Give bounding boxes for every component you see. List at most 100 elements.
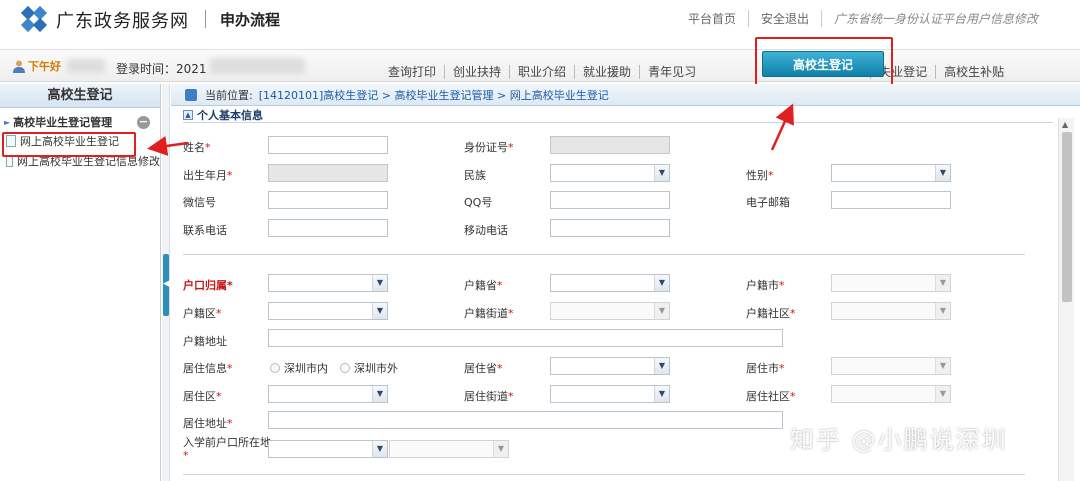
phone-input[interactable] [268, 219, 388, 237]
hukou-city-label: 户籍市* [746, 279, 785, 292]
name-label: 姓名* [183, 141, 211, 154]
collapse-icon[interactable]: − [137, 115, 150, 129]
chevron-down-icon: ▼ [654, 165, 669, 181]
id-number-input [550, 136, 670, 154]
hukou-address-input[interactable] [268, 329, 783, 347]
mobile-input[interactable] [550, 219, 670, 237]
sidebar-group[interactable]: ► 高校毕业生登记管理 − [0, 113, 160, 131]
pre-school-city-select[interactable]: ▼ [389, 440, 509, 458]
qq-input[interactable] [550, 191, 670, 209]
page-title: 申办流程 [220, 11, 281, 29]
gender-label: 性别* [746, 169, 774, 182]
scroll-up-icon[interactable]: ▲ [1062, 120, 1068, 129]
hukou-district-select[interactable]: ▼ [268, 302, 388, 320]
hukou-address-label: 户籍地址 [183, 335, 227, 348]
ethnicity-label: 民族 [464, 169, 486, 182]
tab-graduate-subsidy[interactable]: 高校生补贴 [935, 65, 1012, 79]
chevron-down-icon: ▼ [654, 386, 669, 402]
scrollbar-thumb[interactable] [1062, 132, 1072, 302]
pre-school-province-select[interactable]: ▼ [268, 440, 388, 458]
residence-info-label: 居住信息* [183, 362, 233, 375]
chevron-down-icon: ▼ [372, 386, 387, 402]
qq-label: QQ号 [464, 196, 493, 209]
chevron-down-icon: ▼ [935, 275, 950, 291]
chevron-down-icon: ▼ [493, 441, 508, 457]
birth-label: 出生年月* [183, 169, 233, 182]
res-district-select[interactable]: ▼ [268, 385, 388, 403]
phone-label: 联系电话 [183, 224, 227, 237]
title-separator [205, 10, 206, 28]
logout-link[interactable]: 安全退出 [747, 10, 821, 27]
res-province-select[interactable]: ▼ [550, 357, 670, 375]
collapse-sidebar-handle[interactable]: ◀ [163, 254, 170, 316]
tab-employment-aid[interactable]: 就业援助 [574, 65, 639, 79]
hukou-label: 户口归属* [183, 279, 233, 292]
top-header: 广东政务服务网 申办流程 平台首页 安全退出 广东省统一身份认证平台用户信息修改 [0, 0, 1080, 50]
hukou-street-select[interactable]: ▼ [550, 302, 670, 320]
hukou-city-select[interactable]: ▼ [831, 274, 951, 292]
radio-out-shenzhen[interactable]: 深圳市外 [340, 360, 398, 376]
tab-job-intro[interactable]: 职业介绍 [509, 65, 574, 79]
greeting: 下午好 [12, 58, 105, 74]
blurred-username [67, 59, 105, 73]
hukou-select[interactable]: ▼ [268, 274, 388, 292]
wechat-label: 微信号 [183, 196, 216, 209]
chevron-down-icon: ▼ [372, 303, 387, 319]
id-number-label: 身份证号* [464, 141, 514, 154]
res-address-input[interactable] [268, 411, 783, 429]
form-divider-bottom [183, 474, 1025, 475]
login-time: 登录时间：2021 [116, 62, 207, 76]
chevron-down-icon: ▼ [654, 275, 669, 291]
hukou-community-select[interactable]: ▼ [831, 302, 951, 320]
tab-query-print[interactable]: 查询打印 [380, 65, 444, 79]
hukou-province-select[interactable]: ▼ [550, 274, 670, 292]
chevron-down-icon: ▼ [935, 165, 950, 181]
res-district-label: 居住区* [183, 390, 222, 403]
birth-input [268, 164, 388, 182]
chevron-down-icon: ▼ [372, 441, 387, 457]
chevron-down-icon: ▼ [935, 303, 950, 319]
email-label: 电子邮箱 [746, 196, 790, 209]
section-rule [183, 122, 1053, 123]
site-logo-icon [20, 5, 48, 33]
location-icon [185, 88, 197, 101]
nav-tabs: 查询打印 创业扶持 职业介绍 就业援助 青年见习 失业登记 高校生补贴 [380, 65, 1012, 79]
res-community-select[interactable]: ▼ [831, 385, 951, 403]
chevron-down-icon: ▼ [654, 303, 669, 319]
section-title: 个人基本信息 [197, 109, 263, 122]
greeting-text: 下午好 [28, 60, 61, 73]
res-street-label: 居住街道* [464, 390, 514, 403]
email-input[interactable] [831, 191, 951, 209]
gender-select[interactable]: ▼ [831, 164, 951, 182]
res-street-select[interactable]: ▼ [550, 385, 670, 403]
res-province-label: 居住省* [464, 362, 503, 375]
name-input[interactable] [268, 136, 388, 154]
tab-entrepreneurship[interactable]: 创业扶持 [444, 65, 509, 79]
radio-circle-icon [270, 363, 280, 373]
blurred-login-time [210, 58, 305, 74]
radio-circle-icon [340, 363, 350, 373]
breadcrumb-label: 当前位置: [205, 88, 253, 102]
hukou-province-label: 户籍省* [464, 279, 503, 292]
res-city-select[interactable]: ▼ [831, 357, 951, 375]
home-link[interactable]: 平台首页 [676, 10, 748, 27]
vertical-scrollbar[interactable]: ▲ [1058, 118, 1074, 481]
radio-in-shenzhen[interactable]: 深圳市内 [270, 360, 328, 376]
pre-school-hukou-label: 入学前户口所在地 * [183, 436, 271, 462]
ethnicity-select[interactable]: ▼ [550, 164, 670, 182]
breadcrumb: 当前位置: [14120101]高校生登记 > 高校毕业生登记管理 > 网上高校… [171, 84, 1080, 106]
wechat-input[interactable] [268, 191, 388, 209]
collapse-section-icon[interactable]: ▲ [183, 110, 193, 120]
tab-youth-internship[interactable]: 青年见习 [639, 65, 704, 79]
mobile-label: 移动电话 [464, 224, 508, 237]
arrow-right-icon: ► [4, 117, 11, 127]
section-header[interactable]: ▲ 个人基本信息 [183, 107, 263, 123]
watermark: 知乎 @小鹏说深圳 [790, 426, 1008, 454]
hukou-street-label: 户籍街道* [464, 307, 514, 320]
top-links: 平台首页 安全退出 广东省统一身份认证平台用户信息修改 [676, 10, 1050, 27]
hukou-community-label: 户籍社区* [746, 307, 796, 320]
highlight-box-tab [755, 37, 893, 91]
chevron-down-icon: ▼ [935, 358, 950, 374]
profile-edit-link[interactable]: 广东省统一身份认证平台用户信息修改 [820, 10, 1050, 27]
chevron-down-icon: ▼ [935, 386, 950, 402]
